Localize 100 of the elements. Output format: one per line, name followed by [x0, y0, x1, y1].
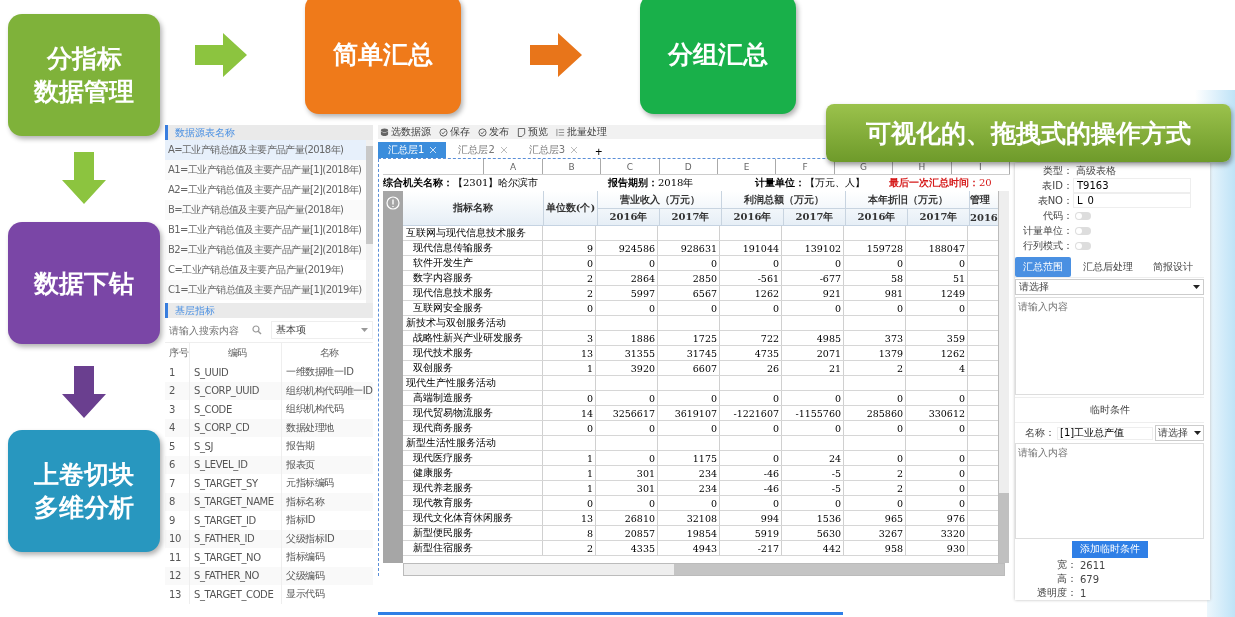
input-field[interactable]: L_0 — [1073, 193, 1191, 208]
input-field[interactable]: T9163 — [1073, 178, 1191, 193]
table-cell: S_TARGET_ID — [190, 511, 282, 530]
table-cell: 0 — [543, 421, 596, 435]
table-cell: 0 — [596, 421, 658, 435]
table-cell: 13 — [543, 346, 596, 360]
toolbar-button[interactable]: 保存 — [439, 125, 470, 139]
database-icon — [380, 127, 389, 137]
toggle-switch[interactable] — [1075, 241, 1091, 250]
table-cell: 0 — [658, 301, 720, 315]
table-cell: 数字内容服务 — [403, 271, 543, 285]
table-cell: 报表页 — [282, 455, 373, 474]
scrollbar[interactable] — [403, 563, 1005, 576]
source-table-item[interactable]: C1=工业产销总值及主要产品产量[1](2019年) — [165, 280, 366, 300]
table-cell: 0 — [782, 496, 844, 510]
table-cell: 3320 — [906, 526, 968, 540]
toggle-switch[interactable] — [1075, 226, 1091, 235]
panel-title: 数据源表名称 — [165, 125, 373, 140]
toggle-switch[interactable] — [1075, 211, 1091, 220]
report-info: 计量单位：【万元、人】 — [755, 176, 866, 190]
table-cell: 0 — [720, 451, 782, 465]
toolbar-button[interactable]: 批量处理 — [556, 125, 607, 139]
source-table-item[interactable]: A2=工业产销总值及主要产品产量[2](2018年) — [165, 180, 366, 200]
text-area[interactable]: 请输入内容 — [1015, 297, 1204, 395]
table-cell: 1262 — [720, 286, 782, 300]
column-letter: E — [718, 159, 777, 174]
column-letter: C — [601, 159, 660, 174]
add-tab-button[interactable]: + — [589, 146, 609, 158]
field-label: 计量单位： — [1022, 223, 1073, 238]
settings-tab[interactable]: 汇总后处理 — [1075, 257, 1141, 277]
table-cell: 0 — [658, 421, 720, 435]
field-label: 表ID： — [1041, 178, 1073, 193]
table-cell: 现代信息传输服务 — [403, 241, 543, 255]
step-title: 分指标 — [46, 43, 122, 74]
table-cell: 3 — [543, 331, 596, 345]
close-icon[interactable] — [430, 147, 437, 153]
field-label: 透明度： — [1036, 586, 1077, 600]
source-table-item[interactable]: A=工业产销总值及主要产品产量(2018年) — [165, 140, 366, 160]
column-letter: A — [484, 159, 543, 174]
table-cell: 301 — [596, 466, 658, 480]
column-letter: B — [542, 159, 602, 174]
table-cell: 1 — [165, 363, 190, 382]
info-icon[interactable] — [386, 196, 400, 210]
sheet-tab[interactable]: 汇总层3 — [518, 142, 588, 158]
field-value: 2611 — [1079, 559, 1106, 571]
source-table-item[interactable]: B1=工业产销总值及主要产品产量[1](2018年) — [165, 220, 366, 240]
document-icon — [517, 127, 526, 137]
table-cell: 0 — [782, 391, 844, 405]
field-label: 代码： — [1042, 208, 1073, 223]
select-dropdown[interactable]: 请选择 — [1015, 279, 1204, 295]
table-cell: 0 — [844, 301, 906, 315]
scrollbar[interactable] — [366, 140, 373, 303]
toolbar-button[interactable]: 选数据源 — [380, 125, 431, 139]
table-cell: 234 — [658, 481, 720, 495]
table-cell: 2850 — [658, 271, 720, 285]
table-cell: 442 — [782, 541, 844, 555]
input-field[interactable]: [1]工业总产值 — [1057, 426, 1153, 440]
source-table-item[interactable]: B2=工业产销总值及主要产品产量[2](2018年) — [165, 240, 366, 260]
scrollbar[interactable] — [998, 191, 1009, 563]
close-icon[interactable] — [571, 147, 578, 153]
table-cell: S_TARGET_SY — [190, 474, 282, 493]
column-header: 名称 — [282, 343, 373, 363]
table-cell: 1379 — [844, 346, 906, 360]
filter-dropdown[interactable]: 基本项 — [271, 321, 373, 339]
text-area[interactable]: 请输入内容 — [1015, 443, 1204, 539]
table-cell: 现代技术服务 — [403, 346, 543, 360]
toolbar-button[interactable]: 发布 — [478, 125, 509, 139]
table-cell: 指标名称 — [282, 492, 373, 511]
column-group-header: 营业收入（万元） — [598, 191, 722, 209]
table-cell: 0 — [658, 496, 720, 510]
select-dropdown[interactable]: 请选择 — [1155, 425, 1204, 441]
table-cell: 51 — [906, 271, 968, 285]
sheet-tab[interactable]: 汇总层2 — [448, 142, 517, 158]
table-cell: 188047 — [906, 241, 968, 255]
table-cell: 0 — [658, 256, 720, 270]
toolbar-button[interactable]: 预览 — [517, 125, 548, 139]
table-cell: -561 — [720, 271, 782, 285]
source-table-item[interactable]: A1=工业产销总值及主要产品产量[1](2018年) — [165, 160, 366, 180]
source-table-item[interactable]: C=工业产销总值及主要产品产量(2019年) — [165, 260, 366, 280]
table-cell: 0 — [596, 391, 658, 405]
table-cell: 2 — [844, 481, 906, 495]
table-cell: 父级指标ID — [282, 529, 373, 548]
add-condition-button[interactable]: 添加临时条件 — [1071, 541, 1148, 558]
step-title: 分组汇总 — [668, 38, 768, 70]
source-table-item[interactable]: B=工业产销总值及主要产品产量(2018年) — [165, 200, 366, 220]
column-header: 2017年 — [908, 209, 970, 225]
section-cell: 新技术与双创服务活动 — [403, 316, 543, 330]
table-cell: S_TARGET_NAME — [190, 492, 282, 511]
table-cell: 20857 — [596, 526, 658, 540]
settings-tab[interactable]: 简报设计 — [1145, 257, 1201, 277]
table-cell: 0 — [596, 256, 658, 270]
column-header: 2016 — [970, 210, 998, 225]
table-cell: 1 — [543, 451, 596, 465]
check-circle-icon — [439, 127, 448, 137]
section-cell: 互联网与现代信息技术服务 — [403, 226, 543, 240]
report-info: 报告期别：2018年 — [608, 176, 695, 190]
search-icon — [252, 325, 262, 335]
table-cell: 2 — [543, 541, 596, 555]
down-arrow-icon — [62, 366, 106, 418]
close-icon[interactable] — [500, 147, 507, 153]
